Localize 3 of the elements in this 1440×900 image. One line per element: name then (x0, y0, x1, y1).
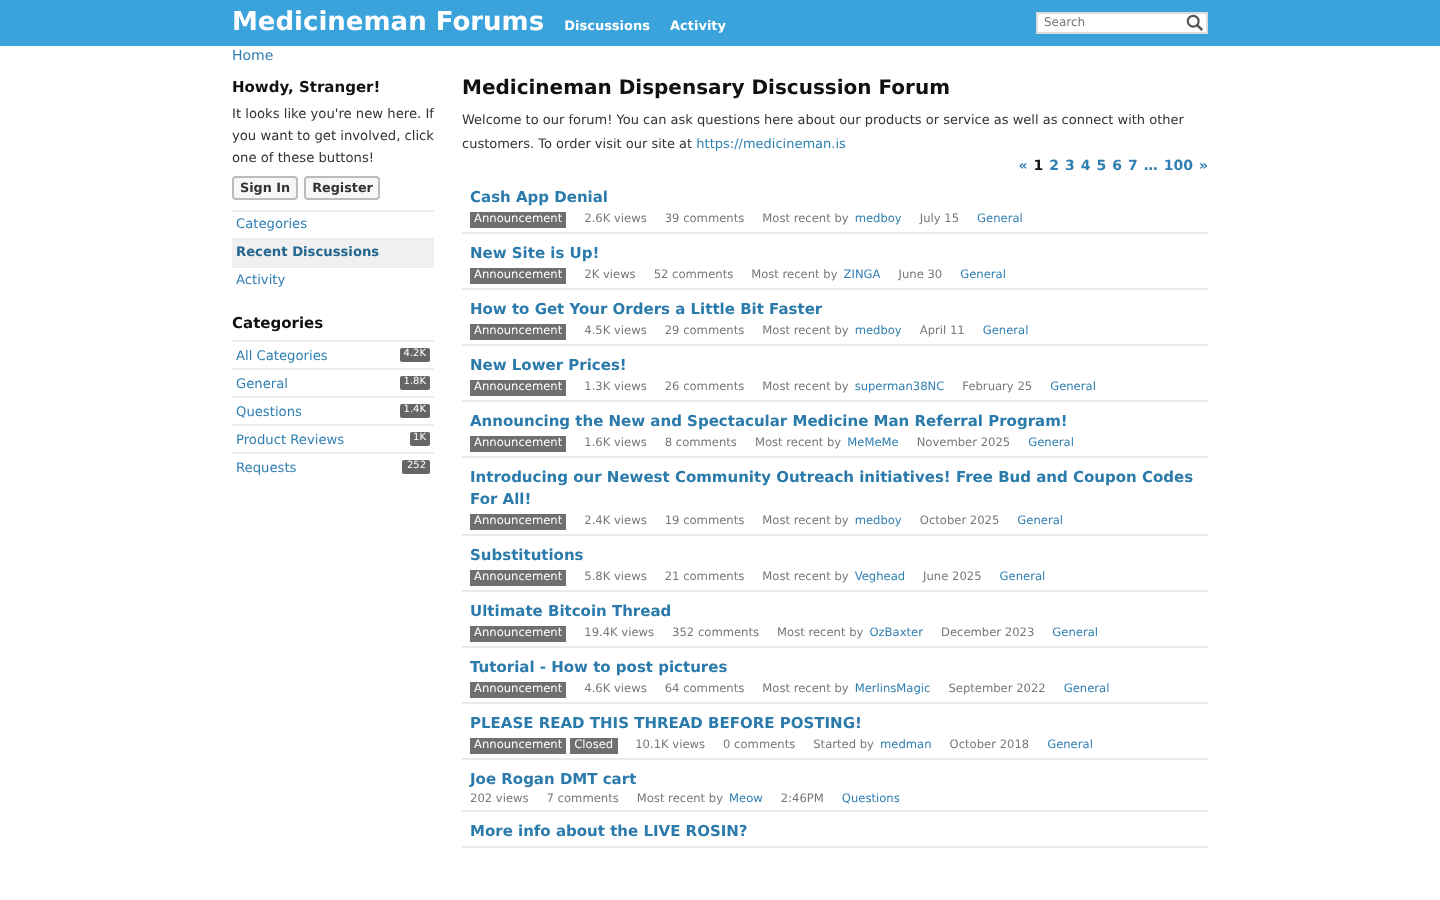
search-icon[interactable] (1186, 14, 1204, 32)
site-title[interactable]: Medicineman Forums (232, 8, 545, 38)
forum-title: Medicineman Dispensary Discussion Forum (462, 78, 953, 100)
